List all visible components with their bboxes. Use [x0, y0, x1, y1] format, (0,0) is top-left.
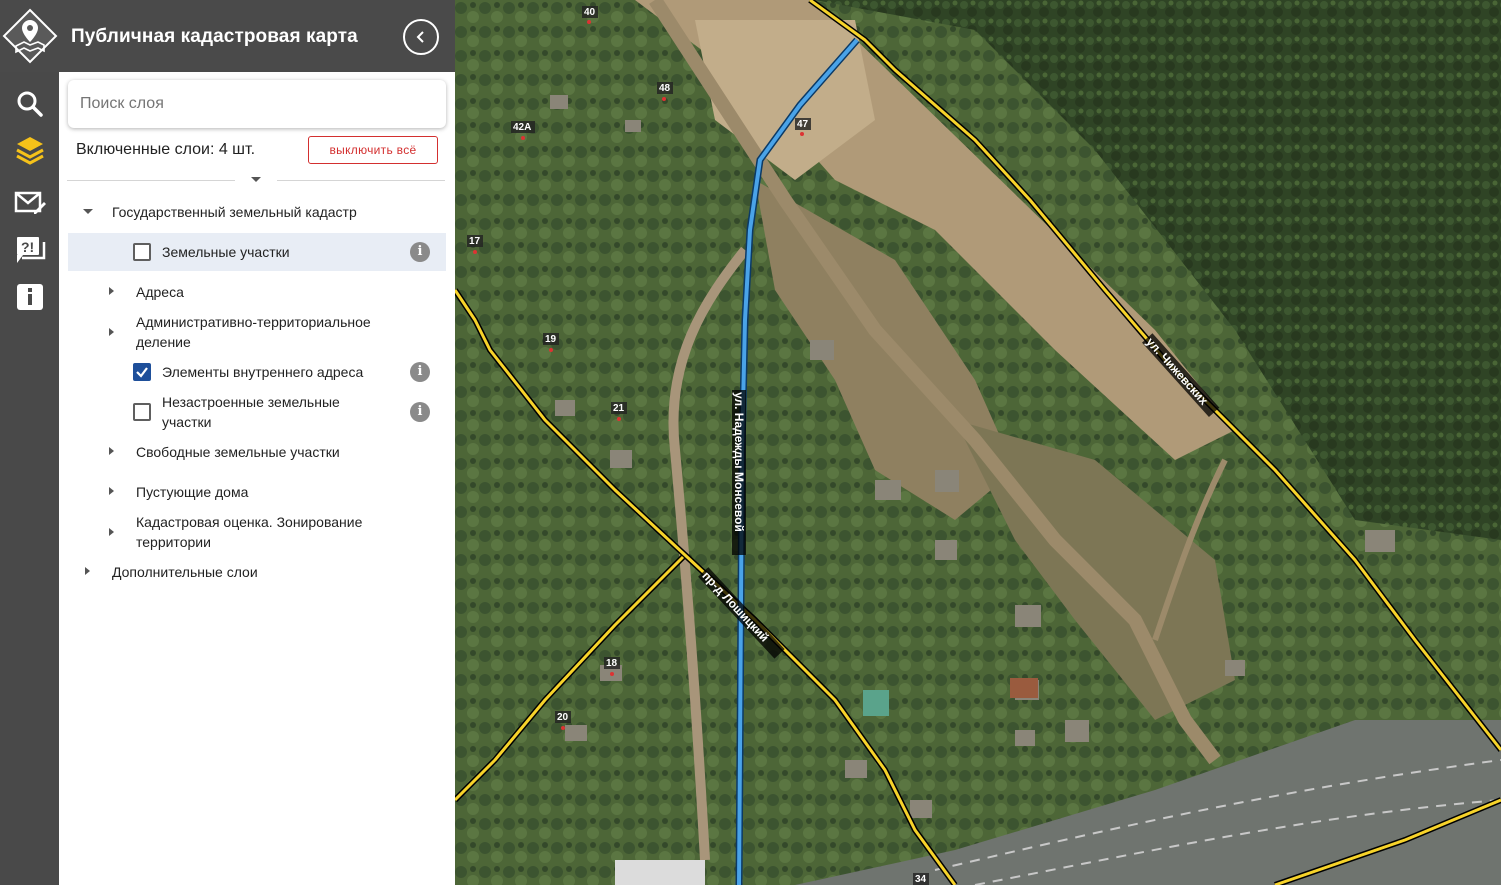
tree-group-addresses[interactable]: Адреса: [68, 281, 446, 303]
layer-row-land-plots[interactable]: Земельные участки i: [68, 233, 446, 271]
feedback-question-icon: ?!: [16, 237, 45, 263]
svg-text:34: 34: [915, 874, 927, 885]
enabled-layers-count: Включенные слои: 4 шт.: [76, 141, 256, 158]
svg-text:?!: ?!: [21, 239, 34, 255]
house-number-label: 34: [913, 873, 929, 885]
info-icon[interactable]: i: [410, 362, 430, 382]
parking-lot: [615, 860, 705, 885]
mail-edit-icon: [14, 191, 46, 214]
building-roof-green: [863, 690, 889, 716]
caret-right-icon[interactable]: [109, 528, 114, 536]
layers-panel: Публичная кадастровая карта Включенные с…: [59, 0, 455, 885]
info-icon: [16, 284, 43, 310]
info-icon[interactable]: i: [410, 242, 430, 262]
caret-right-icon[interactable]: [109, 487, 114, 495]
layer-search-input[interactable]: [80, 92, 430, 116]
layer-label: Земельные участки: [162, 244, 290, 260]
svg-text:42А: 42А: [513, 122, 531, 133]
svg-text:17: 17: [469, 236, 481, 247]
check-icon: [136, 367, 148, 378]
tree-group-cadastral-eval[interactable]: Кадастровая оценка. Зонирование территор…: [68, 511, 446, 553]
logo[interactable]: [0, 0, 59, 72]
svg-text:ул. Надежды Монсевой: ул. Надежды Монсевой: [732, 392, 746, 532]
svg-text:47: 47: [797, 119, 809, 130]
logo-map-pin-icon: [2, 8, 57, 64]
svg-text:20: 20: [557, 712, 569, 723]
svg-text:48: 48: [659, 83, 671, 94]
svg-text:40: 40: [584, 7, 596, 18]
chevron-left-icon: [416, 31, 424, 43]
questions-button[interactable]: ?!: [0, 226, 59, 274]
tree-label: Дополнительные слои: [112, 564, 258, 580]
caret-right-icon[interactable]: [85, 567, 90, 575]
caret-right-icon[interactable]: [109, 287, 114, 295]
tree-group-empty-houses[interactable]: Пустующие дома: [68, 481, 446, 503]
tree-label: Адреса: [136, 284, 184, 300]
svg-text:21: 21: [613, 403, 625, 414]
land-plots-checkbox[interactable]: [133, 243, 151, 261]
disable-all-button[interactable]: выключить всё: [308, 136, 438, 164]
layer-label: Незастроенные земельные участки: [162, 394, 340, 430]
undeveloped-checkbox[interactable]: [133, 403, 151, 421]
svg-text:18: 18: [606, 658, 618, 669]
tree-group-free-plots[interactable]: Свободные земельные участки: [68, 441, 446, 463]
layer-label: Элементы внутреннего адреса: [162, 364, 364, 380]
divider: [277, 180, 445, 181]
search-icon: [17, 91, 43, 117]
layers-button[interactable]: [0, 128, 59, 176]
search-button[interactable]: [0, 80, 59, 128]
caret-right-icon[interactable]: [109, 447, 114, 455]
tree-label: Свободные земельные участки: [136, 444, 340, 460]
building-roof-red: [1010, 678, 1038, 698]
inner-address-checkbox[interactable]: [133, 363, 151, 381]
layer-row-undeveloped[interactable]: Незастроенные земельные участки i: [68, 391, 446, 433]
panel-header: Публичная кадастровая карта: [59, 0, 455, 72]
tree-label: Государственный земельный кадастр: [112, 204, 357, 220]
icon-rail: ?!: [0, 0, 59, 885]
layer-search-box: [68, 80, 446, 128]
tree-group-admin-division[interactable]: Административно-территориальное деление: [68, 311, 446, 353]
aerial-map[interactable]: ул. Надежды Монсевой ул. Чижевских пр-д …: [455, 0, 1501, 885]
feedback-mail-button[interactable]: [0, 178, 59, 226]
layer-row-inner-address[interactable]: Элементы внутреннего адреса i: [68, 361, 446, 383]
app-title: Публичная кадастровая карта: [71, 26, 358, 47]
collapse-panel-button[interactable]: [403, 19, 439, 55]
layers-icon: [15, 137, 44, 165]
info-button[interactable]: [0, 273, 59, 321]
info-icon[interactable]: i: [410, 402, 430, 422]
tree-label: Кадастровая оценка. Зонирование территор…: [136, 514, 363, 550]
tree-label: Административно-территориальное деление: [136, 314, 371, 350]
tree-group-state-cadastre[interactable]: Государственный земельный кадастр: [68, 201, 446, 223]
caret-down-icon[interactable]: [251, 177, 261, 182]
map-view[interactable]: ул. Надежды Монсевой ул. Чижевских пр-д …: [455, 0, 1501, 885]
divider: [67, 180, 235, 181]
svg-text:19: 19: [545, 334, 557, 345]
caret-right-icon[interactable]: [109, 328, 114, 336]
tree-group-extra[interactable]: Дополнительные слои: [68, 561, 446, 583]
street-label-nadezhdy: ул. Надежды Монсевой: [732, 390, 746, 555]
caret-down-icon[interactable]: [83, 209, 93, 214]
tree-label: Пустующие дома: [136, 484, 249, 500]
